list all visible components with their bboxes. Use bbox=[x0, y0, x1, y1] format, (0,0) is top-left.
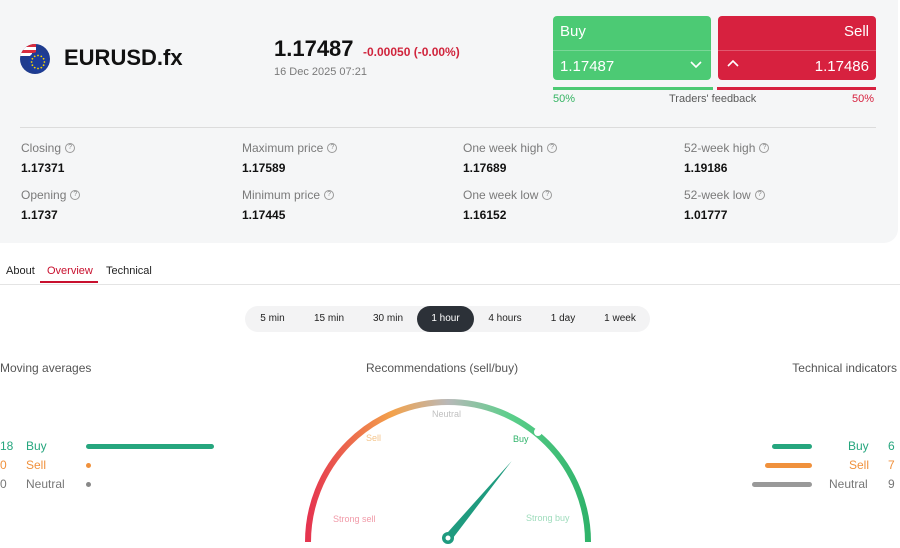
buy-label: Buy bbox=[560, 23, 586, 40]
tab-about[interactable]: About bbox=[6, 265, 35, 277]
active-tab-indicator bbox=[40, 281, 98, 283]
feedback-label: Traders' feedback bbox=[669, 93, 757, 105]
feedback-sell-percent: 50% bbox=[851, 93, 874, 105]
stat-value: 1.1737 bbox=[21, 208, 58, 222]
stat-name: One week low bbox=[463, 188, 539, 202]
ma-buy-count: 18 bbox=[0, 439, 14, 453]
quote-datetime: 16 Dec 2025 07:21 bbox=[274, 66, 367, 78]
timeframe-5-min[interactable]: 5 min bbox=[250, 306, 295, 332]
stat-name: 52-week high bbox=[684, 141, 756, 155]
ti-neutral-bar bbox=[752, 482, 812, 487]
stat-value: 1.16152 bbox=[463, 208, 507, 222]
zone-strong-buy: Strong buy bbox=[526, 513, 570, 523]
ma-neutral-label: Neutral bbox=[26, 477, 65, 491]
buy-button[interactable]: Buy 1.17487 bbox=[553, 16, 711, 80]
stat-value: 1.17589 bbox=[242, 161, 286, 175]
ti-sell-bar bbox=[765, 463, 812, 468]
instrument-header-panel: EURUSD.fx 1.17487 -0.00050 (-0.00%) 16 D… bbox=[0, 0, 898, 243]
buy-price: 1.17487 bbox=[560, 58, 615, 75]
chevron-down-icon bbox=[690, 61, 702, 69]
traders-feedback-bar bbox=[553, 87, 876, 90]
stat-name: 52-week low bbox=[684, 188, 751, 202]
ma-neutral-dot bbox=[86, 482, 91, 487]
ma-sell-count: 0 bbox=[0, 458, 7, 472]
stat-value: 1.19186 bbox=[684, 161, 728, 175]
zone-neutral: Neutral bbox=[432, 409, 461, 419]
timeframe-15-min[interactable]: 15 min bbox=[303, 306, 355, 332]
stat-value: 1.17371 bbox=[21, 161, 65, 175]
chevron-up-icon bbox=[727, 59, 739, 67]
stat-name: One week high bbox=[463, 141, 544, 155]
timeframe-1-hour[interactable]: 1 hour bbox=[417, 306, 474, 332]
ti-sell-label: Sell bbox=[849, 458, 870, 472]
price-change: -0.00050 (-0.00%) bbox=[363, 45, 460, 59]
stat-minimum-price: Minimum price? 1.17445 bbox=[242, 188, 335, 222]
moving-averages-title: Moving averages bbox=[0, 361, 92, 375]
ma-buy-bar bbox=[86, 444, 214, 449]
stat-opening: Opening? 1.1737 bbox=[21, 188, 81, 222]
timeframe-selector: 5 min 15 min 30 min 1 hour 4 hours 1 day… bbox=[245, 306, 650, 332]
stat-name: Minimum price bbox=[242, 188, 321, 202]
ma-neutral-count: 0 bbox=[0, 477, 7, 491]
ti-sell-count: 7 bbox=[888, 458, 895, 472]
zone-buy: Buy bbox=[513, 434, 529, 444]
help-icon[interactable]: ? bbox=[542, 190, 553, 200]
recommendations-title: Recommendations (sell/buy) bbox=[366, 361, 519, 375]
ti-buy-bar bbox=[771, 444, 812, 449]
timeframe-1-day[interactable]: 1 day bbox=[540, 306, 586, 332]
help-icon[interactable]: ? bbox=[547, 143, 558, 153]
feedback-buy-percent: 50% bbox=[553, 93, 576, 105]
ti-buy-label: Buy bbox=[848, 439, 869, 453]
tab-overview[interactable]: Overview bbox=[47, 265, 93, 277]
feedback-buy-fill bbox=[553, 87, 713, 90]
stat-one-week-high: One week high? 1.17689 bbox=[463, 141, 558, 175]
gauge-needle-hub-center bbox=[445, 535, 451, 541]
help-icon[interactable]: ? bbox=[65, 143, 76, 153]
stat-closing: Closing? 1.17371 bbox=[21, 141, 76, 175]
ma-sell-label: Sell bbox=[26, 458, 47, 472]
stat-one-week-low: One week low? 1.16152 bbox=[463, 188, 553, 222]
instrument-symbol: EURUSD.fx bbox=[64, 45, 183, 70]
timeframe-4-hours[interactable]: 4 hours bbox=[479, 306, 531, 332]
ti-neutral-count: 9 bbox=[888, 477, 895, 491]
sell-label: Sell bbox=[843, 23, 869, 40]
ma-sell-dot bbox=[86, 463, 91, 468]
help-icon[interactable]: ? bbox=[324, 190, 335, 200]
divider bbox=[20, 127, 876, 128]
gauge-marker bbox=[534, 428, 542, 436]
stat-52-week-low: 52-week low? 1.01777 bbox=[684, 188, 765, 222]
ma-buy-label: Buy bbox=[26, 439, 47, 453]
help-icon[interactable]: ? bbox=[754, 190, 765, 200]
tabs-divider bbox=[0, 284, 900, 285]
technical-indicators-title: Technical indicators bbox=[792, 361, 897, 375]
section-tabs: About Overview Technical bbox=[0, 259, 900, 284]
sell-button[interactable]: Sell 1.17486 bbox=[718, 16, 876, 80]
gauge-needle bbox=[444, 460, 512, 541]
tab-technical[interactable]: Technical bbox=[106, 265, 152, 277]
timeframe-1-week[interactable]: 1 week bbox=[595, 306, 645, 332]
stat-52-week-high: 52-week high? 1.19186 bbox=[684, 141, 770, 175]
stat-name: Opening bbox=[21, 188, 67, 202]
stat-value: 1.01777 bbox=[684, 208, 728, 222]
help-icon[interactable]: ? bbox=[759, 143, 770, 153]
ti-neutral-label: Neutral bbox=[829, 477, 868, 491]
ti-buy-count: 6 bbox=[888, 439, 895, 453]
timeframe-30-min[interactable]: 30 min bbox=[362, 306, 414, 332]
stat-maximum-price: Maximum price? 1.17589 bbox=[242, 141, 338, 175]
recommendation-gauge: Strong sell Sell Neutral Buy Strong buy bbox=[305, 399, 591, 544]
current-price: 1.17487 bbox=[274, 36, 354, 61]
eu-us-flag-icon bbox=[20, 44, 50, 74]
feedback-sell-fill bbox=[716, 87, 876, 90]
stat-value: 1.17445 bbox=[242, 208, 286, 222]
stat-name: Maximum price bbox=[242, 141, 324, 155]
zone-strong-sell: Strong sell bbox=[333, 514, 376, 524]
sell-price: 1.17486 bbox=[814, 58, 869, 75]
stat-name: Closing bbox=[21, 141, 62, 155]
help-icon[interactable]: ? bbox=[327, 143, 338, 153]
help-icon[interactable]: ? bbox=[70, 190, 81, 200]
zone-sell: Sell bbox=[366, 433, 381, 443]
stat-value: 1.17689 bbox=[463, 161, 507, 175]
